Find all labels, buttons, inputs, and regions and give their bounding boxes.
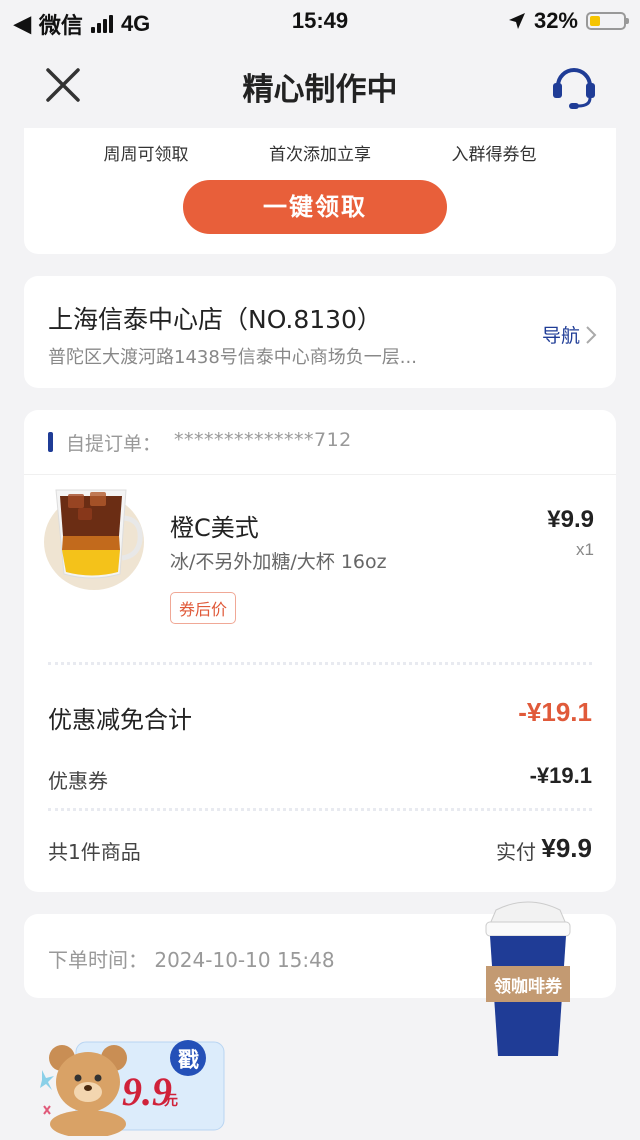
order-time-row: 下单时间： 2024-10-10 15:48 — [48, 944, 335, 973]
discount-total-value: -¥19.1 — [518, 697, 592, 727]
navigate-label: 导航 — [541, 325, 580, 347]
store-card[interactable]: 上海信泰中心店（NO.8130） 普陀区大渡河路1438号信泰中心商场负一层..… — [24, 276, 616, 388]
location-arrow-icon — [508, 13, 525, 29]
order-time-label: 下单时间： — [48, 948, 148, 972]
divider — [48, 808, 592, 811]
coffee-coupon-label: 领咖啡券 — [494, 977, 562, 997]
store-address: 普陀区大渡河路1438号信泰中心商场负一层... — [48, 347, 417, 368]
battery-level — [590, 16, 600, 26]
navigate-link[interactable]: 导航 — [542, 321, 598, 348]
claim-button[interactable]: 一键领取 — [183, 180, 447, 234]
coffee-coupon-promo[interactable]: 领咖啡券 — [482, 892, 574, 1058]
page-title: 精心制作中 — [242, 72, 398, 108]
product-quantity: x1 — [576, 540, 594, 559]
order-header-marker — [48, 432, 53, 452]
customer-service-headset-icon[interactable] — [550, 60, 598, 112]
bear-promo-banner[interactable]: 9.9 元 戳 — [36, 1028, 228, 1138]
order-time-value: 2024-10-10 15:48 — [154, 948, 335, 972]
bear-promo-stamp: 戳 — [178, 1048, 199, 1072]
battery-percent: 32% — [533, 8, 578, 33]
discount-total-label: 优惠减免合计 — [48, 706, 192, 734]
perk-join-group: 入群得券包 — [451, 145, 537, 165]
order-label: 自提订单： — [66, 433, 162, 455]
chevron-right-icon — [586, 325, 597, 344]
price-tag-badge: 券后价 — [170, 592, 237, 624]
status-right: 32% — [508, 8, 629, 34]
coupon-label: 优惠券 — [48, 769, 108, 793]
order-header: 自提订单： **************712 — [24, 410, 616, 475]
store-name: 上海信泰中心店（NO.8130） — [48, 305, 382, 334]
order-number: **************712 — [174, 429, 352, 451]
order-card: 自提订单： **************712 橙C美式 冰/不另外加糖/大杯 … — [24, 410, 616, 892]
battery-icon — [586, 12, 629, 30]
status-bar: ◀ 微信 4G 15:49 32% — [0, 0, 640, 42]
item-count-label: 共1件商品 — [48, 840, 141, 864]
divider — [48, 662, 592, 665]
product-name: 橙C美式 — [170, 514, 259, 542]
coupon-card: 周周可领取 首次添加立享 入群得券包 一键领取 — [24, 128, 616, 254]
product-image — [44, 489, 144, 590]
product-price: ¥9.9 — [547, 506, 594, 533]
perk-first-add: 首次添加立享 — [269, 145, 371, 165]
nav-bar: 精心制作中 — [0, 42, 640, 128]
paid-value: ¥9.9 — [541, 833, 592, 863]
perk-weekly: 周周可领取 — [103, 145, 189, 165]
product-spec: 冰/不另外加糖/大杯 16oz — [170, 551, 387, 573]
paid-label: 实付 — [496, 840, 536, 864]
bear-promo-unit: 元 — [164, 1093, 178, 1109]
coupon-value: -¥19.1 — [529, 763, 592, 788]
